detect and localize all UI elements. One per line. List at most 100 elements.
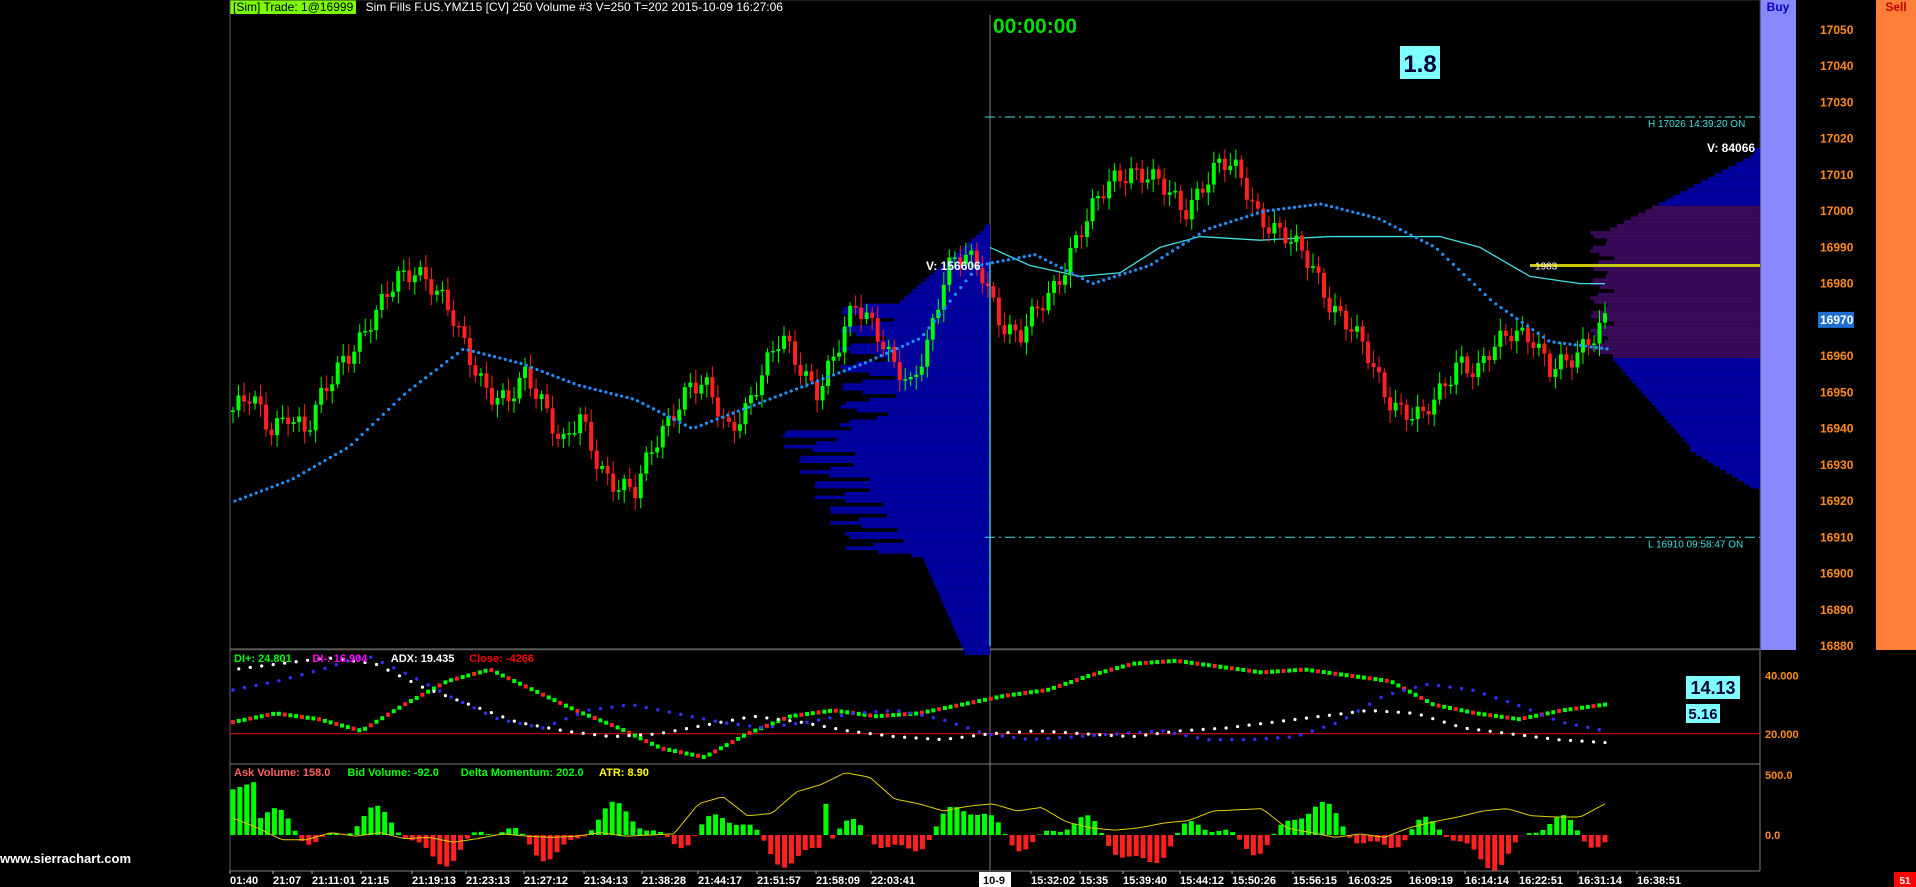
delta-bar-positive [1526, 833, 1532, 835]
profile-bar [1632, 379, 1760, 384]
dmi-minus-point [1356, 709, 1360, 713]
profile-bar [1687, 187, 1760, 192]
candle-body [1189, 199, 1194, 220]
vwap-dot [927, 326, 931, 330]
candle-body [660, 425, 665, 448]
candle-body [1603, 313, 1607, 323]
dmi-plus-point [454, 676, 459, 681]
adx-point [558, 728, 562, 732]
vwap-dot [455, 351, 460, 356]
vwap-dot [953, 292, 958, 296]
candle-body [853, 305, 858, 308]
profile-bar [859, 517, 990, 521]
dmi-minus-point [541, 726, 545, 730]
vwap-dot [1319, 202, 1323, 206]
delta-bar-positive [292, 830, 298, 835]
vwap-dot [773, 395, 777, 399]
price-tick-label: 16880 [1820, 639, 1854, 653]
candle-body [456, 325, 461, 328]
vwap-dot [471, 349, 475, 353]
dmi-minus-point [1276, 736, 1280, 740]
dmi-plus-point [546, 695, 551, 700]
dmi-plus-point [288, 713, 293, 718]
dmi-minus-point [667, 710, 671, 714]
time-tick-label: 16:03:25 [1348, 875, 1392, 887]
profile-bar [1600, 318, 1760, 322]
candle-body [1140, 168, 1145, 183]
candle-body [445, 289, 450, 311]
dmi-plus-point [1023, 691, 1028, 696]
delta-bar-positive [1271, 833, 1277, 835]
dmi-plus-point [684, 751, 689, 756]
candle-body [704, 377, 709, 385]
session-low-label: L 16910 09:58:47 ON [1648, 539, 1743, 550]
candle-body [467, 338, 472, 366]
delta-bar-negative [795, 835, 801, 856]
profile-bar [1667, 419, 1760, 424]
adx-point [1144, 733, 1148, 737]
delta-bar-negative [540, 835, 546, 862]
dmi-plus-point [1218, 664, 1223, 669]
adx-point [478, 706, 482, 710]
adx-point [971, 734, 976, 738]
dmi-minus-point [231, 688, 235, 692]
dmi-minus-point [1149, 729, 1154, 734]
profile-bar [1726, 470, 1760, 474]
delta-bar-negative [1140, 835, 1146, 859]
candle-body [770, 350, 775, 353]
candle-body [732, 421, 737, 431]
price-tick-label: 17000 [1820, 204, 1854, 218]
candle-body [815, 380, 820, 401]
candle-body [1046, 292, 1051, 311]
delta-bar-negative [768, 835, 774, 855]
dmi-plus-point [977, 699, 982, 704]
vwap-dot [1223, 221, 1228, 225]
profile-bar [845, 401, 990, 406]
adx-point [1568, 738, 1573, 743]
vwap-dot [1398, 228, 1403, 232]
profile-bar [1651, 401, 1760, 406]
profile-bar [853, 463, 990, 467]
vwap-dot [1308, 203, 1312, 207]
dmi-minus-point [1207, 737, 1211, 742]
dmi-minus-point [1103, 732, 1108, 737]
candle-body [693, 382, 698, 394]
dmi-tick-label: 20.000 [1765, 729, 1799, 741]
vwap-dot [847, 367, 852, 371]
profile-bar [887, 412, 990, 416]
dmi-plus-point [1005, 693, 1010, 698]
profile-bar [953, 626, 990, 630]
price-tick-label: 16960 [1820, 349, 1854, 363]
dmi-plus-point [1580, 705, 1585, 710]
candle-body [644, 452, 649, 474]
profile-bar [1590, 347, 1760, 351]
vwap-dot [1043, 258, 1048, 262]
profile-bar [830, 506, 990, 511]
watermark: www.sierrachart.com [0, 851, 132, 866]
dmi-plus-point [1344, 673, 1349, 678]
delta-bar-negative [1499, 835, 1505, 865]
dmi-plus-point [1574, 706, 1579, 711]
candle-body [726, 417, 731, 422]
delta-bar-negative [782, 835, 788, 868]
dmi-plus-point [1206, 663, 1211, 668]
delta-bar-positive [1430, 821, 1436, 835]
candle-body [313, 404, 318, 431]
vwap-dot [1345, 208, 1350, 213]
delta-bar-negative [685, 835, 691, 846]
profile-bar [957, 633, 990, 637]
adx-point [753, 714, 757, 719]
delta-bar-positive [258, 818, 264, 835]
bar-countdown: 00:00:00 [993, 15, 1077, 38]
dmi-plus-point [1115, 666, 1120, 671]
dmi-minus-point [1115, 732, 1119, 736]
dmi-plus-point [1430, 702, 1435, 707]
price-axis: 17050 17040 17030 17020 17010 17000 16990 16980… [1818, 23, 1854, 653]
profile-bar [1610, 227, 1760, 232]
vwap-dot [1547, 339, 1551, 343]
chart-canvas[interactable]: H 17026 14:39:20 ON L 16910 09:58:47 ON … [0, 0, 1916, 887]
vwap-dot [254, 491, 258, 495]
delta-bar-positive [1230, 832, 1236, 835]
vwap-dot [1419, 238, 1424, 242]
vwap-dot [270, 485, 274, 489]
